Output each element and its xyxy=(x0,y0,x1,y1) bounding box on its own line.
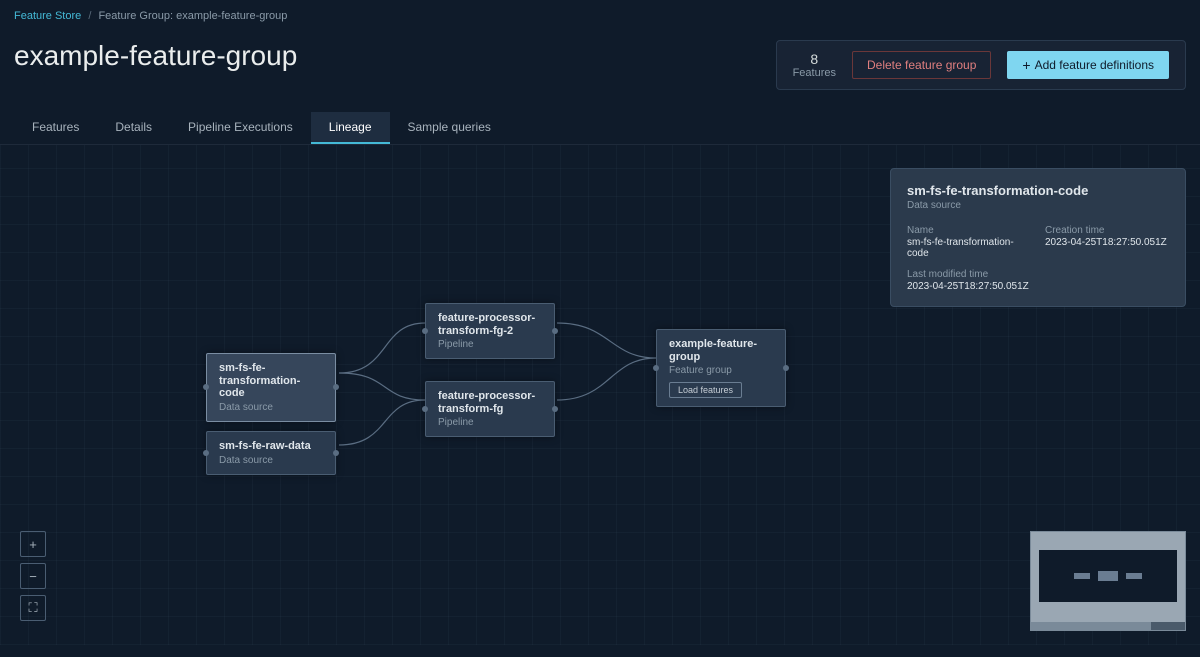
minimap-scrollbar[interactable] xyxy=(1031,622,1185,630)
node-subtitle: Pipeline xyxy=(438,417,542,428)
tab-details[interactable]: Details xyxy=(97,112,170,144)
zoom-fit-button[interactable]: ⛶ xyxy=(20,595,46,621)
load-features-button[interactable]: Load features xyxy=(669,382,742,398)
node-title: sm-fs-fe-transformation-code xyxy=(219,362,323,400)
tab-lineage[interactable]: Lineage xyxy=(311,112,390,144)
features-count-label: Features xyxy=(793,67,836,79)
detail-name-label: Name xyxy=(907,225,1031,236)
tab-sample-queries[interactable]: Sample queries xyxy=(390,112,509,144)
detail-modified-time-label: Last modified time xyxy=(907,269,1031,280)
detail-creation-time-label: Creation time xyxy=(1045,225,1169,236)
tab-pipeline-executions[interactable]: Pipeline Executions xyxy=(170,112,311,144)
node-title: feature-processor-transform-fg xyxy=(438,390,542,415)
node-raw-data[interactable]: sm-fs-fe-raw-data Data source xyxy=(206,431,336,475)
tabs: Features Details Pipeline Executions Lin… xyxy=(0,102,1200,145)
zoom-controls: + − ⛶ xyxy=(20,531,46,621)
breadcrumb-current: Feature Group: example-feature-group xyxy=(98,10,287,22)
detail-title: sm-fs-fe-transformation-code xyxy=(907,183,1169,198)
node-subtitle: Pipeline xyxy=(438,339,542,350)
tab-features[interactable]: Features xyxy=(14,112,97,144)
node-title: example-feature-group xyxy=(669,338,773,363)
plus-icon: + xyxy=(1022,58,1030,72)
header-action-box: 8 Features Delete feature group + Add fe… xyxy=(776,40,1186,90)
node-feature-processor-fg[interactable]: feature-processor-transform-fg Pipeline xyxy=(425,381,555,437)
zoom-out-button[interactable]: − xyxy=(20,563,46,589)
detail-name-value: sm-fs-fe-transformation-code xyxy=(907,237,1031,259)
breadcrumb-separator: / xyxy=(88,10,91,22)
node-title: sm-fs-fe-raw-data xyxy=(219,440,323,453)
add-button-label: Add feature definitions xyxy=(1035,58,1154,72)
detail-modified-time-value: 2023-04-25T18:27:50.051Z xyxy=(907,281,1031,292)
node-title: feature-processor-transform-fg-2 xyxy=(438,312,542,337)
breadcrumb: Feature Store / Feature Group: example-f… xyxy=(0,0,1200,28)
detail-creation-time-value: 2023-04-25T18:27:50.051Z xyxy=(1045,237,1169,248)
detail-subtitle: Data source xyxy=(907,200,1169,211)
features-count-value: 8 xyxy=(793,51,836,67)
node-feature-processor-fg-2[interactable]: feature-processor-transform-fg-2 Pipelin… xyxy=(425,303,555,359)
features-count: 8 Features xyxy=(793,51,836,79)
node-example-feature-group[interactable]: example-feature-group Feature group Load… xyxy=(656,329,786,407)
node-subtitle: Data source xyxy=(219,402,323,413)
breadcrumb-root-link[interactable]: Feature Store xyxy=(14,10,81,22)
delete-feature-group-button[interactable]: Delete feature group xyxy=(852,51,991,79)
detail-panel: sm-fs-fe-transformation-code Data source… xyxy=(890,168,1186,307)
page-title: example-feature-group xyxy=(14,40,776,72)
minimap[interactable] xyxy=(1030,531,1186,631)
node-subtitle: Feature group xyxy=(669,365,773,376)
zoom-in-button[interactable]: + xyxy=(20,531,46,557)
add-feature-definitions-button[interactable]: + Add feature definitions xyxy=(1007,51,1169,79)
minimap-viewport xyxy=(1039,550,1177,602)
node-subtitle: Data source xyxy=(219,455,323,466)
node-transformation-code[interactable]: sm-fs-fe-transformation-code Data source xyxy=(206,353,336,422)
